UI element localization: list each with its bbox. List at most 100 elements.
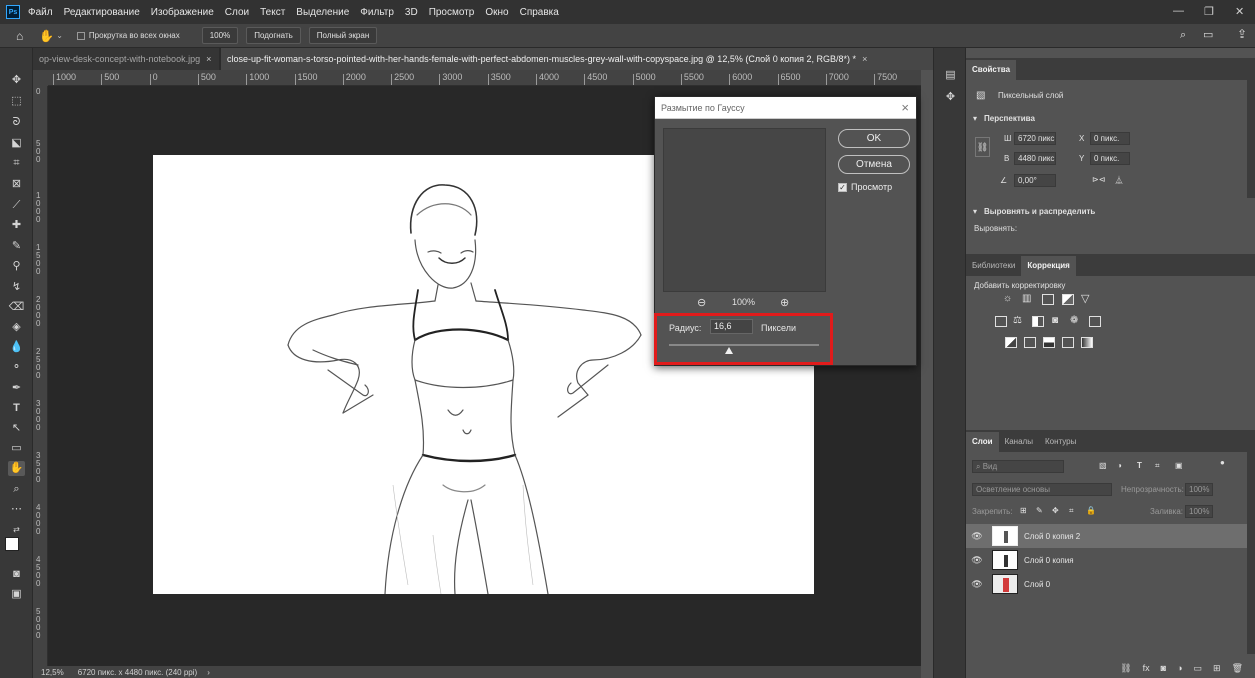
history-brush-icon[interactable]: ↯: [8, 280, 25, 295]
frame-tool-icon[interactable]: ⊠: [8, 177, 25, 192]
history-panel-icon[interactable]: ▤: [942, 68, 959, 83]
adjustments-panel-icon[interactable]: ✥: [942, 90, 959, 105]
lock-paint-icon[interactable]: ✎: [1036, 506, 1043, 515]
collapse-transform-icon[interactable]: ▾: [973, 114, 977, 123]
visibility-eye-icon[interactable]: 👁: [966, 555, 988, 566]
menu-layers[interactable]: Слои: [225, 7, 249, 18]
marquee-tool-icon[interactable]: ⬚: [8, 94, 25, 109]
exposure-icon[interactable]: [1062, 294, 1074, 305]
color-lookup-icon[interactable]: [1089, 316, 1101, 327]
vibrance-icon[interactable]: ▽: [1081, 292, 1089, 305]
flip-horizontal-icon[interactable]: ⊳⊲: [1092, 175, 1105, 184]
curves-icon[interactable]: [1042, 294, 1054, 305]
menu-window[interactable]: Окно: [485, 7, 508, 18]
tab-channels[interactable]: Каналы: [999, 432, 1039, 452]
zoom-tool-icon[interactable]: ⌕: [8, 482, 25, 497]
stamp-tool-icon[interactable]: ⚲: [8, 259, 25, 274]
move-tool-icon[interactable]: ✥: [8, 73, 25, 88]
preview-checkbox[interactable]: ✓ Просмотр: [838, 182, 892, 192]
more-tools-icon[interactable]: ⋯: [8, 502, 25, 517]
filter-smart-icon[interactable]: ▣: [1175, 461, 1183, 470]
hue-saturation-icon[interactable]: [995, 316, 1007, 327]
scroll-all-windows-checkbox[interactable]: Прокрутка во всех окнах: [76, 31, 180, 40]
levels-icon[interactable]: ▥: [1022, 293, 1031, 304]
channel-mixer-icon[interactable]: ❁: [1070, 315, 1078, 326]
close-icon[interactable]: ✕: [1235, 5, 1244, 18]
layer-row-copy[interactable]: 👁 Слой 0 копия: [966, 548, 1247, 572]
filter-toggle-icon[interactable]: ●: [1220, 458, 1225, 467]
rectangle-tool-icon[interactable]: ▭: [8, 441, 25, 456]
horizontal-ruler[interactable]: 1000 500 0 500 1000 1500 2000 2500 3000 3500 4000 4…: [48, 70, 921, 86]
swap-colors-icon[interactable]: ⇄: [8, 522, 25, 537]
hand-tool-icon[interactable]: ✋: [39, 29, 54, 43]
zoom-out-icon[interactable]: ⊖: [697, 296, 706, 309]
tab-libraries[interactable]: Библиотеки: [966, 256, 1021, 276]
blur-preview[interactable]: [663, 128, 826, 292]
layer-search-field[interactable]: ⌕ Вид: [972, 460, 1064, 473]
eraser-tool-icon[interactable]: ⌫: [8, 300, 25, 315]
visibility-eye-icon[interactable]: 👁: [966, 579, 988, 590]
lock-position-icon[interactable]: ✥: [1052, 506, 1059, 515]
maximize-icon[interactable]: ❐: [1204, 5, 1214, 18]
layer-name[interactable]: Слой 0 копия 2: [1024, 532, 1080, 541]
menu-help[interactable]: Справка: [520, 7, 559, 18]
screen-mode-icon[interactable]: ▣: [8, 587, 25, 602]
tab-layers[interactable]: Слои: [966, 432, 999, 452]
opacity-field[interactable]: 100%: [1185, 483, 1213, 496]
healing-brush-icon[interactable]: ✚: [8, 218, 25, 233]
flip-vertical-icon[interactable]: ⏅: [1115, 175, 1123, 186]
black-white-icon[interactable]: [1032, 316, 1044, 327]
collapse-align-icon[interactable]: ▾: [973, 207, 977, 216]
blur-tool-icon[interactable]: 💧: [8, 340, 25, 355]
menu-edit[interactable]: Редактирование: [64, 7, 140, 18]
new-adjustment-icon[interactable]: ◑: [1177, 663, 1182, 673]
x-field[interactable]: 0 пикс.: [1090, 132, 1130, 145]
eyedropper-tool-icon[interactable]: ⟋: [8, 198, 25, 213]
menu-image[interactable]: Изображение: [151, 7, 214, 18]
filter-type-icon[interactable]: T: [1137, 461, 1142, 470]
brush-tool-icon[interactable]: ✎: [8, 239, 25, 254]
zoom-100-button[interactable]: 100%: [201, 27, 239, 44]
ok-button[interactable]: OK: [838, 129, 910, 148]
link-icon[interactable]: ⛓: [975, 137, 990, 157]
visibility-eye-icon[interactable]: 👁: [966, 531, 988, 542]
menu-filter[interactable]: Фильтр: [360, 7, 394, 18]
lock-artboard-icon[interactable]: ⌗: [1069, 506, 1074, 516]
chevron-right-icon[interactable]: ›: [207, 668, 210, 677]
chevron-down-icon[interactable]: ⌄: [56, 31, 63, 40]
foreground-color-swatch[interactable]: [5, 537, 19, 551]
paint-bucket-icon[interactable]: ◈: [8, 320, 25, 335]
selective-color-icon[interactable]: [1062, 337, 1074, 348]
path-select-icon[interactable]: ↖: [8, 421, 25, 436]
color-balance-icon[interactable]: ⚖: [1013, 315, 1022, 326]
document-info[interactable]: 6720 пикс. x 4480 пикс. (240 ppi): [78, 668, 198, 677]
delete-layer-icon[interactable]: 🗑: [1232, 663, 1243, 674]
lasso-tool-icon[interactable]: ᘐ: [8, 115, 25, 130]
tab-paths[interactable]: Контуры: [1039, 432, 1082, 452]
width-field[interactable]: 6720 пикс: [1014, 132, 1056, 145]
threshold-icon[interactable]: [1043, 337, 1055, 348]
lock-pixels-icon[interactable]: ⊞: [1020, 506, 1027, 515]
close-icon[interactable]: ×: [206, 54, 211, 64]
new-layer-icon[interactable]: ⊞: [1213, 663, 1221, 674]
home-icon[interactable]: ⌂: [16, 29, 23, 43]
tab-properties[interactable]: Свойства: [966, 60, 1017, 80]
dodge-tool-icon[interactable]: ⚬: [8, 360, 25, 375]
height-field[interactable]: 4480 пикс: [1014, 152, 1056, 165]
vertical-ruler[interactable]: 0 5 0 0 1 0 0 0 1 5 0 0 2 0 0 0 2 5 0 0 3 0 0 …: [33, 86, 48, 666]
object-select-tool-icon[interactable]: ⬕: [8, 136, 25, 151]
filter-shape-icon[interactable]: ⌗: [1155, 461, 1160, 471]
photo-filter-icon[interactable]: ◙: [1052, 315, 1058, 326]
cancel-button[interactable]: Отмена: [838, 155, 910, 174]
menu-text[interactable]: Текст: [260, 7, 285, 18]
tab-adjustments[interactable]: Коррекция: [1021, 256, 1076, 276]
type-tool-icon[interactable]: T: [8, 401, 25, 416]
share-icon[interactable]: ⇪: [1237, 27, 1247, 41]
tab-woman-torso[interactable]: close-up-fit-woman-s-torso-pointed-with-…: [221, 48, 933, 70]
invert-icon[interactable]: [1005, 337, 1017, 348]
fit-screen-button[interactable]: Подогнать: [246, 27, 301, 44]
close-icon[interactable]: ×: [862, 54, 867, 64]
fill-field[interactable]: 100%: [1185, 505, 1213, 518]
minimize-icon[interactable]: —: [1173, 5, 1184, 17]
brightness-icon[interactable]: ☼: [1003, 293, 1012, 304]
